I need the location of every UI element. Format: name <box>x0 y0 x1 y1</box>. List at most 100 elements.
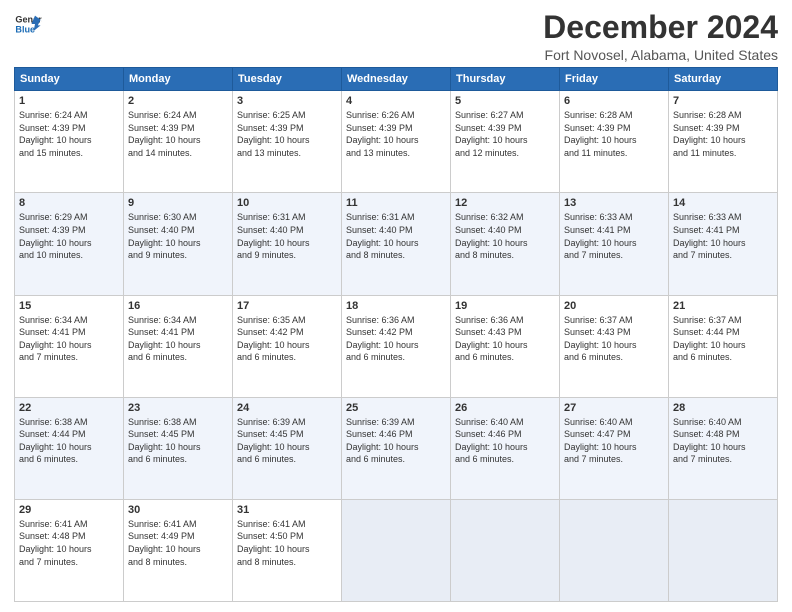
table-row: 29Sunrise: 6:41 AM Sunset: 4:48 PM Dayli… <box>15 499 124 601</box>
day-info: Sunrise: 6:40 AM Sunset: 4:48 PM Dayligh… <box>673 416 773 466</box>
day-number: 14 <box>673 197 773 209</box>
table-row: 21 Sunrise: 6:37 AM Sunset: 4:44 PM Dayli… <box>669 295 778 397</box>
table-row: 14 Sunrise: 6:33 AM Sunset: 4:41 PM Dayli… <box>669 193 778 295</box>
table-row: 7 Sunrise: 6:28 AM Sunset: 4:39 PM Daylig… <box>669 91 778 193</box>
day-number: 28 <box>673 402 773 414</box>
col-monday: Monday <box>124 68 233 91</box>
day-info: Sunrise: 6:41 AM Sunset: 4:50 PM Dayligh… <box>237 518 337 568</box>
day-info: Sunrise: 6:25 AM Sunset: 4:39 PM Dayligh… <box>237 109 337 159</box>
day-number: 17 <box>237 300 337 312</box>
table-row: 6 Sunrise: 6:28 AM Sunset: 4:39 PM Daylig… <box>560 91 669 193</box>
table-row: 25 Sunrise: 6:39 AM Sunset: 4:46 PM Dayli… <box>342 397 451 499</box>
day-info: Sunrise: 6:26 AM Sunset: 4:39 PM Dayligh… <box>346 109 446 159</box>
table-row: 1Sunrise: 6:24 AM Sunset: 4:39 PM Daylig… <box>15 91 124 193</box>
day-info: Sunrise: 6:31 AM Sunset: 4:40 PM Dayligh… <box>237 211 337 261</box>
day-number: 9 <box>128 197 228 209</box>
table-row <box>669 499 778 601</box>
day-info: Sunrise: 6:38 AM Sunset: 4:45 PM Dayligh… <box>128 416 228 466</box>
logo-icon: General Blue <box>14 10 42 38</box>
day-number: 25 <box>346 402 446 414</box>
day-info: Sunrise: 6:28 AM Sunset: 4:39 PM Dayligh… <box>673 109 773 159</box>
day-info: Sunrise: 6:28 AM Sunset: 4:39 PM Dayligh… <box>564 109 664 159</box>
day-info: Sunrise: 6:36 AM Sunset: 4:43 PM Dayligh… <box>455 314 555 364</box>
day-info: Sunrise: 6:29 AM Sunset: 4:39 PM Dayligh… <box>19 211 119 261</box>
day-info: Sunrise: 6:41 AM Sunset: 4:49 PM Dayligh… <box>128 518 228 568</box>
table-row: 27 Sunrise: 6:40 AM Sunset: 4:47 PM Dayli… <box>560 397 669 499</box>
day-info: Sunrise: 6:41 AM Sunset: 4:48 PM Dayligh… <box>19 518 119 568</box>
day-info: Sunrise: 6:34 AM Sunset: 4:41 PM Dayligh… <box>19 314 119 364</box>
day-info: Sunrise: 6:39 AM Sunset: 4:46 PM Dayligh… <box>346 416 446 466</box>
calendar-week-row: 29Sunrise: 6:41 AM Sunset: 4:48 PM Dayli… <box>15 499 778 601</box>
calendar-week-row: 8 Sunrise: 6:29 AM Sunset: 4:39 PM Daylig… <box>15 193 778 295</box>
table-row: 28 Sunrise: 6:40 AM Sunset: 4:48 PM Dayli… <box>669 397 778 499</box>
table-row: 19Sunrise: 6:36 AM Sunset: 4:43 PM Dayli… <box>451 295 560 397</box>
day-info: Sunrise: 6:33 AM Sunset: 4:41 PM Dayligh… <box>564 211 664 261</box>
day-number: 31 <box>237 504 337 516</box>
table-row: 22 Sunrise: 6:38 AM Sunset: 4:44 PM Dayli… <box>15 397 124 499</box>
day-number: 13 <box>564 197 664 209</box>
table-row: 11Sunrise: 6:31 AM Sunset: 4:40 PM Dayli… <box>342 193 451 295</box>
col-wednesday: Wednesday <box>342 68 451 91</box>
table-row: 30 Sunrise: 6:41 AM Sunset: 4:49 PM Dayli… <box>124 499 233 601</box>
col-friday: Friday <box>560 68 669 91</box>
day-number: 24 <box>237 402 337 414</box>
day-number: 23 <box>128 402 228 414</box>
day-number: 27 <box>564 402 664 414</box>
table-row: 31 Sunrise: 6:41 AM Sunset: 4:50 PM Dayli… <box>233 499 342 601</box>
page: General Blue December 2024 Fort Novosel,… <box>0 0 792 612</box>
calendar-week-row: 15 Sunrise: 6:34 AM Sunset: 4:41 PM Dayli… <box>15 295 778 397</box>
day-number: 4 <box>346 95 446 107</box>
day-number: 10 <box>237 197 337 209</box>
table-row: 24 Sunrise: 6:39 AM Sunset: 4:45 PM Dayli… <box>233 397 342 499</box>
day-info: Sunrise: 6:40 AM Sunset: 4:47 PM Dayligh… <box>564 416 664 466</box>
col-thursday: Thursday <box>451 68 560 91</box>
table-row <box>560 499 669 601</box>
header: General Blue December 2024 Fort Novosel,… <box>14 10 778 63</box>
table-row: 20 Sunrise: 6:37 AM Sunset: 4:43 PM Dayli… <box>560 295 669 397</box>
day-number: 2 <box>128 95 228 107</box>
table-row: 13 Sunrise: 6:33 AM Sunset: 4:41 PM Dayli… <box>560 193 669 295</box>
main-title: December 2024 <box>543 10 778 45</box>
table-row: 17 Sunrise: 6:35 AM Sunset: 4:42 PM Dayli… <box>233 295 342 397</box>
calendar-week-row: 22 Sunrise: 6:38 AM Sunset: 4:44 PM Dayli… <box>15 397 778 499</box>
day-number: 22 <box>19 402 119 414</box>
day-number: 7 <box>673 95 773 107</box>
day-info: Sunrise: 6:31 AM Sunset: 4:40 PM Dayligh… <box>346 211 446 261</box>
logo: General Blue <box>14 10 42 38</box>
table-row: 23 Sunrise: 6:38 AM Sunset: 4:45 PM Dayli… <box>124 397 233 499</box>
col-sunday: Sunday <box>15 68 124 91</box>
table-row: 2 Sunrise: 6:24 AM Sunset: 4:39 PM Daylig… <box>124 91 233 193</box>
day-info: Sunrise: 6:24 AM Sunset: 4:39 PM Dayligh… <box>128 109 228 159</box>
table-row: 4 Sunrise: 6:26 AM Sunset: 4:39 PM Daylig… <box>342 91 451 193</box>
table-row: 5Sunrise: 6:27 AM Sunset: 4:39 PM Daylig… <box>451 91 560 193</box>
day-number: 18 <box>346 300 446 312</box>
day-number: 30 <box>128 504 228 516</box>
day-info: Sunrise: 6:35 AM Sunset: 4:42 PM Dayligh… <box>237 314 337 364</box>
day-number: 6 <box>564 95 664 107</box>
day-info: Sunrise: 6:32 AM Sunset: 4:40 PM Dayligh… <box>455 211 555 261</box>
calendar-header-row: Sunday Monday Tuesday Wednesday Thursday… <box>15 68 778 91</box>
day-info: Sunrise: 6:38 AM Sunset: 4:44 PM Dayligh… <box>19 416 119 466</box>
calendar-table: Sunday Monday Tuesday Wednesday Thursday… <box>14 67 778 602</box>
day-info: Sunrise: 6:39 AM Sunset: 4:45 PM Dayligh… <box>237 416 337 466</box>
day-number: 15 <box>19 300 119 312</box>
day-info: Sunrise: 6:37 AM Sunset: 4:44 PM Dayligh… <box>673 314 773 364</box>
day-number: 8 <box>19 197 119 209</box>
day-info: Sunrise: 6:33 AM Sunset: 4:41 PM Dayligh… <box>673 211 773 261</box>
day-number: 21 <box>673 300 773 312</box>
table-row: 8 Sunrise: 6:29 AM Sunset: 4:39 PM Daylig… <box>15 193 124 295</box>
day-number: 1 <box>19 95 119 107</box>
table-row: 3 Sunrise: 6:25 AM Sunset: 4:39 PM Daylig… <box>233 91 342 193</box>
day-number: 20 <box>564 300 664 312</box>
day-info: Sunrise: 6:30 AM Sunset: 4:40 PM Dayligh… <box>128 211 228 261</box>
day-info: Sunrise: 6:37 AM Sunset: 4:43 PM Dayligh… <box>564 314 664 364</box>
table-row: 12 Sunrise: 6:32 AM Sunset: 4:40 PM Dayli… <box>451 193 560 295</box>
day-info: Sunrise: 6:34 AM Sunset: 4:41 PM Dayligh… <box>128 314 228 364</box>
day-number: 12 <box>455 197 555 209</box>
table-row: 26Sunrise: 6:40 AM Sunset: 4:46 PM Dayli… <box>451 397 560 499</box>
day-number: 16 <box>128 300 228 312</box>
day-number: 3 <box>237 95 337 107</box>
table-row <box>342 499 451 601</box>
col-saturday: Saturday <box>669 68 778 91</box>
day-number: 26 <box>455 402 555 414</box>
